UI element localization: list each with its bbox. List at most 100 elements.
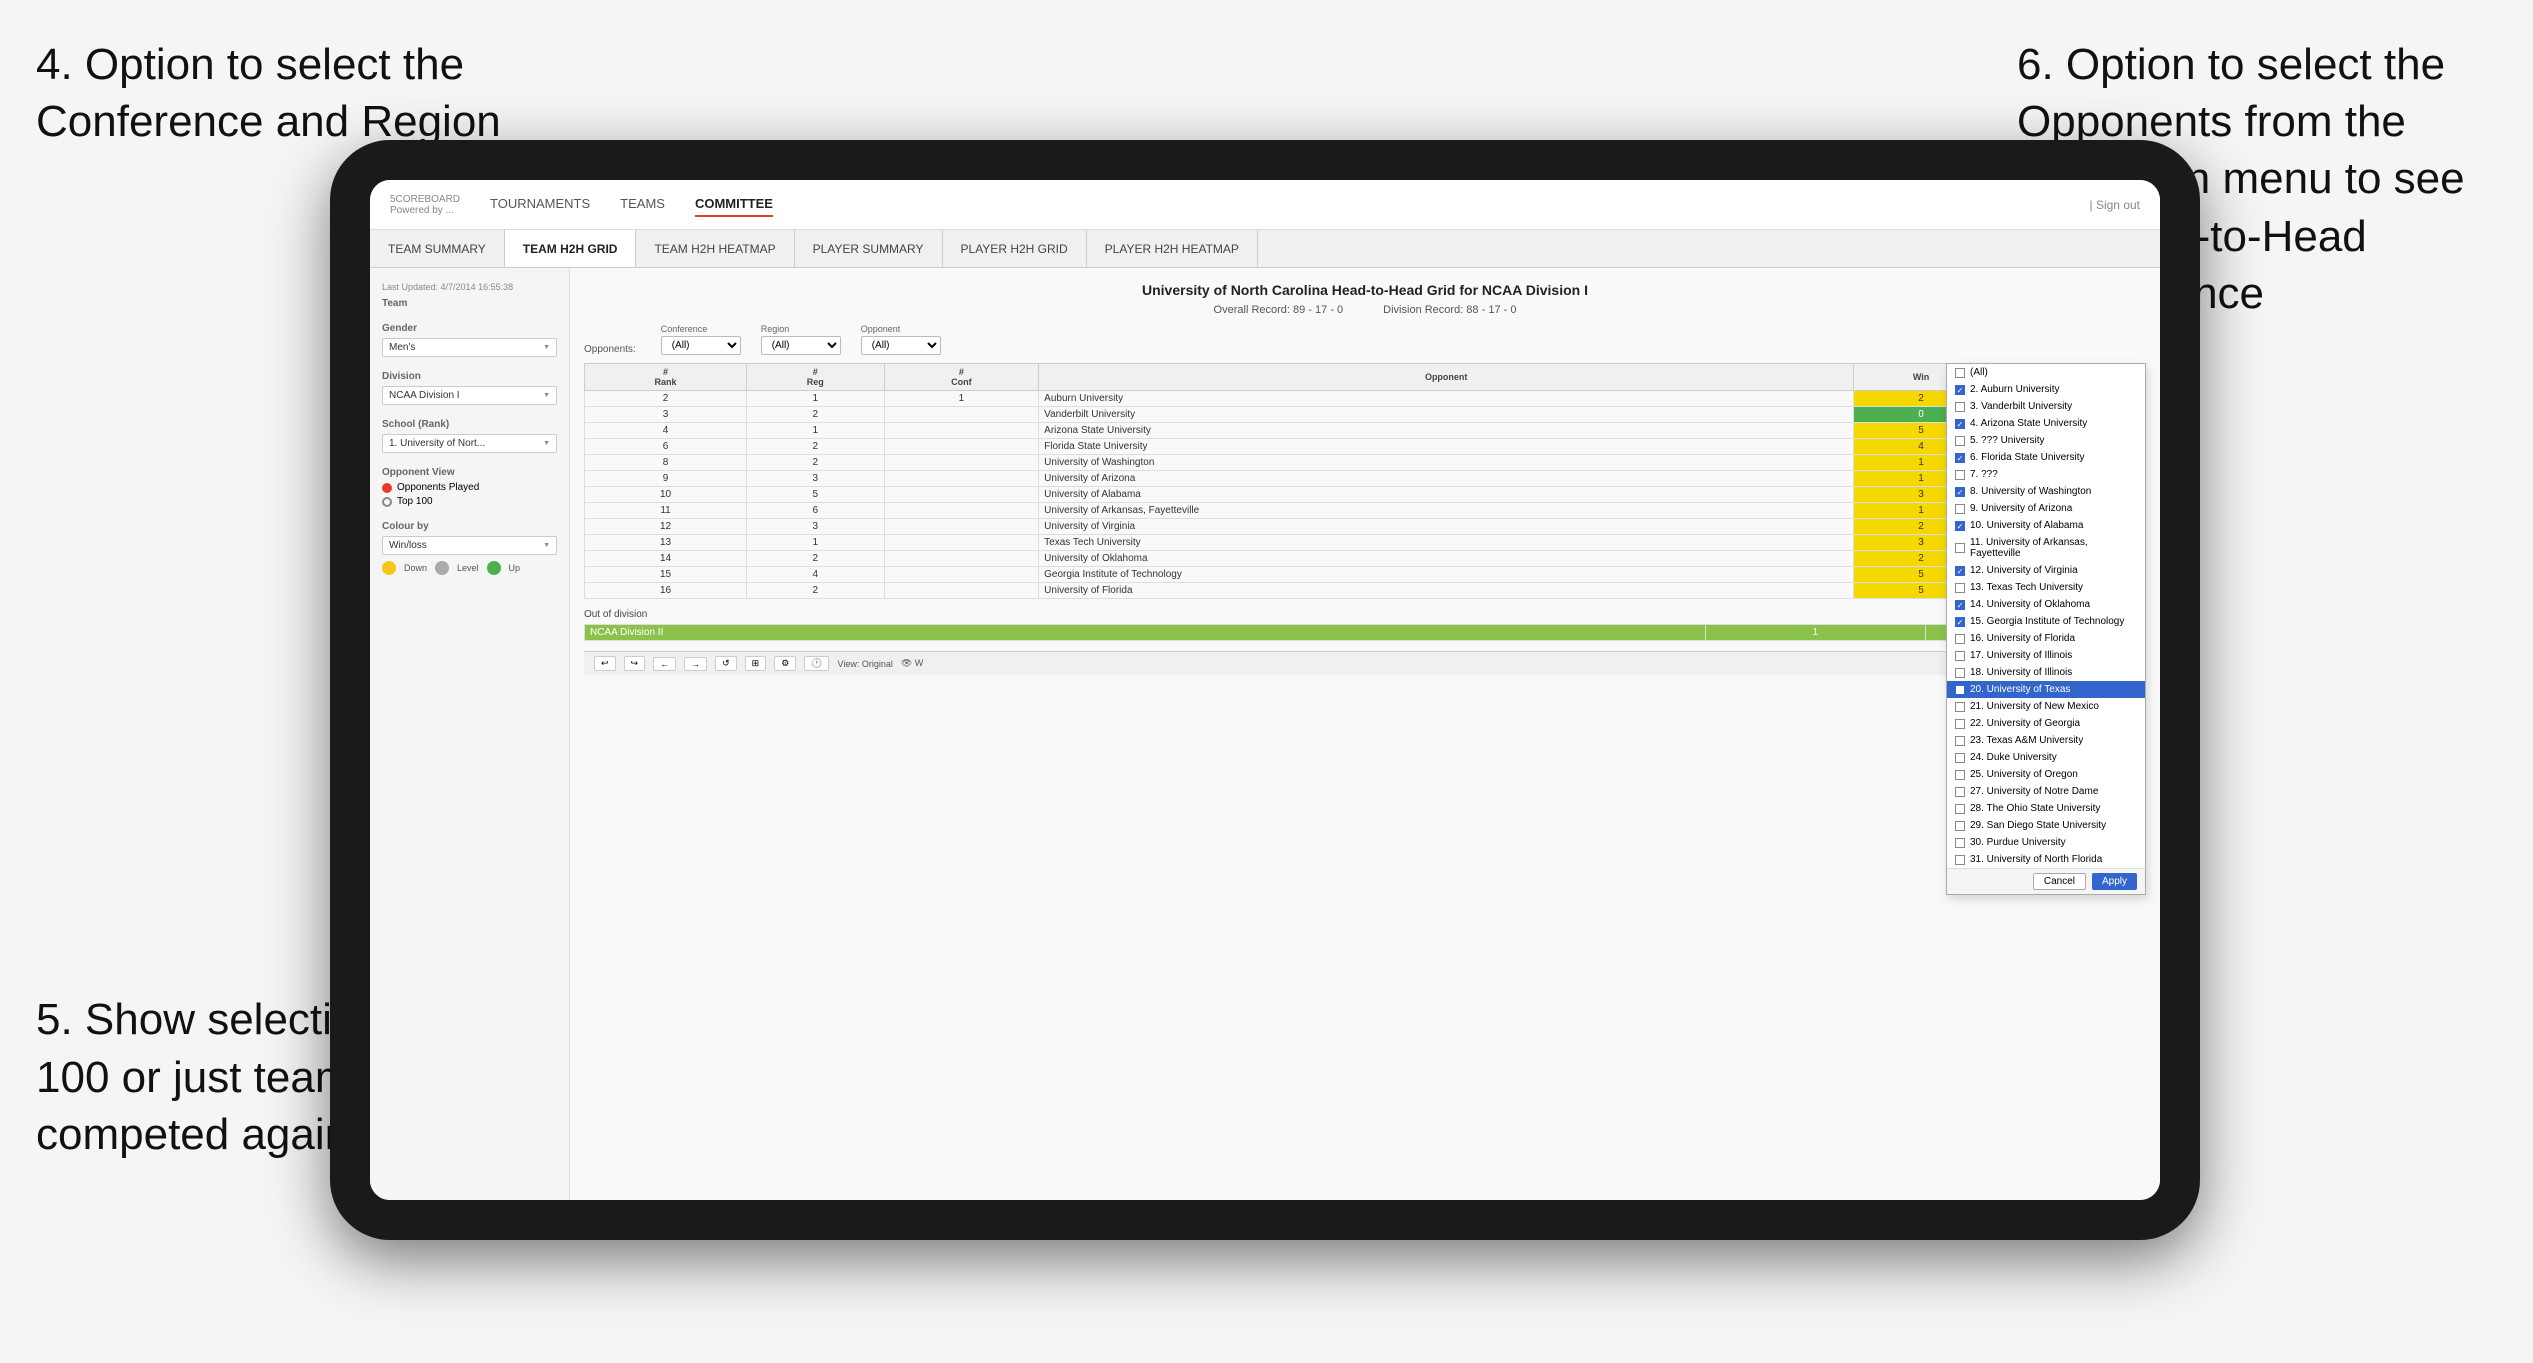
dropdown-item[interactable]: 18. University of Illinois <box>1947 664 2145 681</box>
check-box <box>1955 736 1965 746</box>
dropdown-item[interactable]: 28. The Ohio State University <box>1947 800 2145 817</box>
sidebar-school-section: School (Rank) 1. University of Nort... <box>382 419 557 453</box>
dropdown-item-label: 8. University of Washington <box>1970 486 2091 497</box>
toolbar-back[interactable]: ← <box>653 657 676 671</box>
dropdown-item[interactable]: 5. ??? University <box>1947 432 2145 449</box>
conference-select[interactable]: (All) <box>661 336 741 355</box>
out-of-division-label: Out of division <box>584 609 2146 620</box>
dropdown-item[interactable]: 12. University of Virginia <box>1947 562 2145 579</box>
sub-nav-team-summary[interactable]: TEAM SUMMARY <box>370 230 505 267</box>
check-box <box>1955 487 1965 497</box>
sub-nav-player-summary[interactable]: PLAYER SUMMARY <box>795 230 943 267</box>
dropdown-item[interactable]: 14. University of Oklahoma <box>1947 596 2145 613</box>
cell-reg: 3 <box>747 471 885 487</box>
check-box <box>1955 470 1965 480</box>
dropdown-item[interactable]: 20. University of Texas <box>1947 681 2145 698</box>
sidebar-opponent-view: Opponent View Opponents Played Top 100 <box>382 467 557 507</box>
nav-teams[interactable]: TEAMS <box>620 192 665 217</box>
dropdown-item[interactable]: 16. University of Florida <box>1947 630 2145 647</box>
toolbar-undo[interactable]: ↩ <box>594 656 616 671</box>
dropdown-item-label: 5. ??? University <box>1970 435 2044 446</box>
cell-rank: 4 <box>585 423 747 439</box>
sidebar-gender-select[interactable]: Men's <box>382 338 557 357</box>
nav-tournaments[interactable]: TOURNAMENTS <box>490 192 590 217</box>
check-box <box>1955 838 1965 848</box>
dropdown-item[interactable]: 24. Duke University <box>1947 749 2145 766</box>
dropdown-item[interactable]: 27. University of Notre Dame <box>1947 783 2145 800</box>
toolbar-settings[interactable]: ⚙ <box>774 656 796 671</box>
legend-level-label: Level <box>457 563 479 573</box>
dropdown-item[interactable]: 10. University of Alabama <box>1947 517 2145 534</box>
nav-sign-out[interactable]: | Sign out <box>2090 198 2140 212</box>
dropdown-item[interactable]: 3. Vanderbilt University <box>1947 398 2145 415</box>
cell-rank: 8 <box>585 455 747 471</box>
check-box <box>1955 685 1965 695</box>
toolbar-refresh[interactable]: ↺ <box>715 656 737 671</box>
dropdown-item[interactable]: 4. Arizona State University <box>1947 415 2145 432</box>
dropdown-item-label: 7. ??? <box>1970 469 1998 480</box>
col-opponent: Opponent <box>1039 364 1854 391</box>
cell-reg: 1 <box>747 391 885 407</box>
check-box <box>1955 368 1965 378</box>
cell-reg: 6 <box>747 503 885 519</box>
dropdown-item[interactable]: 9. University of Arizona <box>1947 500 2145 517</box>
toolbar-redo[interactable]: ↪ <box>624 656 646 671</box>
dropdown-item-label: 30. Purdue University <box>1970 837 2066 848</box>
cell-name: Florida State University <box>1039 439 1854 455</box>
legend-up <box>487 561 501 575</box>
sidebar-opponent-view-label: Opponent View <box>382 467 557 478</box>
sidebar-colour-by: Colour by Win/loss Down Level Up <box>382 521 557 575</box>
table-row: 15 4 Georgia Institute of Technology 5 0 <box>585 567 2146 583</box>
check-box <box>1955 600 1965 610</box>
toolbar-forward[interactable]: → <box>684 657 707 671</box>
check-box <box>1955 453 1965 463</box>
opponent-select[interactable]: (All) <box>861 336 941 355</box>
legend-up-label: Up <box>509 563 521 573</box>
toolbar-clock[interactable]: 🕐 <box>804 656 829 671</box>
sub-nav-team-h2h-grid[interactable]: TEAM H2H GRID <box>505 230 637 267</box>
table-row: 16 2 University of Florida 5 1 <box>585 583 2146 599</box>
nav-items: TOURNAMENTS TEAMS COMMITTEE <box>490 192 2090 217</box>
toolbar-copy[interactable]: ⊞ <box>745 656 767 671</box>
sub-nav-player-h2h-heatmap[interactable]: PLAYER H2H HEATMAP <box>1087 230 1258 267</box>
dropdown-item[interactable]: 22. University of Georgia <box>1947 715 2145 732</box>
apply-button[interactable]: Apply <box>2092 873 2137 890</box>
dropdown-item[interactable]: 11. University of Arkansas, Fayetteville <box>1947 534 2145 562</box>
opponent-dropdown[interactable]: (All)2. Auburn University3. Vanderbilt U… <box>1946 363 2146 895</box>
dropdown-item[interactable]: 2. Auburn University <box>1947 381 2145 398</box>
tablet-frame: 5COREBOARD Powered by ... TOURNAMENTS TE… <box>330 140 2200 1240</box>
dropdown-item[interactable]: 7. ??? <box>1947 466 2145 483</box>
dropdown-item[interactable]: (All) <box>1947 364 2145 381</box>
dropdown-item[interactable]: 17. University of Illinois <box>1947 647 2145 664</box>
nav-committee[interactable]: COMMITTEE <box>695 192 773 217</box>
dropdown-item[interactable]: 23. Texas A&M University <box>1947 732 2145 749</box>
dropdown-item[interactable]: 31. University of North Florida <box>1947 851 2145 868</box>
cell-conf <box>884 423 1039 439</box>
cancel-button[interactable]: Cancel <box>2033 873 2086 890</box>
cell-rank: 15 <box>585 567 747 583</box>
dropdown-item[interactable]: 15. Georgia Institute of Technology <box>1947 613 2145 630</box>
division-record: Division Record: 88 - 17 - 0 <box>1383 304 1516 316</box>
sidebar-school-select[interactable]: 1. University of Nort... <box>382 434 557 453</box>
sub-nav-team-h2h-heatmap[interactable]: TEAM H2H HEATMAP <box>636 230 794 267</box>
sidebar-division-select[interactable]: NCAA Division I <box>382 386 557 405</box>
check-box <box>1955 719 1965 729</box>
dropdown-item[interactable]: 30. Purdue University <box>1947 834 2145 851</box>
cell-reg: 1 <box>747 423 885 439</box>
radio-top100[interactable]: Top 100 <box>382 496 557 507</box>
cell-name: University of Florida <box>1039 583 1854 599</box>
radio-opponents-played[interactable]: Opponents Played <box>382 482 557 493</box>
sub-nav-player-h2h-grid[interactable]: PLAYER H2H GRID <box>943 230 1087 267</box>
dropdown-item[interactable]: 25. University of Oregon <box>1947 766 2145 783</box>
dropdown-item-label: 16. University of Florida <box>1970 633 2075 644</box>
dropdown-item[interactable]: 6. Florida State University <box>1947 449 2145 466</box>
sidebar-colour-select[interactable]: Win/loss <box>382 536 557 555</box>
dropdown-item[interactable]: 13. Texas Tech University <box>1947 579 2145 596</box>
dropdown-item[interactable]: 29. San Diego State University <box>1947 817 2145 834</box>
dropdown-item-label: 23. Texas A&M University <box>1970 735 2083 746</box>
dropdown-item[interactable]: 8. University of Washington <box>1947 483 2145 500</box>
dropdown-item[interactable]: 21. University of New Mexico <box>1947 698 2145 715</box>
check-box <box>1955 634 1965 644</box>
table-row: 4 1 Arizona State University 5 1 <box>585 423 2146 439</box>
region-select[interactable]: (All) <box>761 336 841 355</box>
